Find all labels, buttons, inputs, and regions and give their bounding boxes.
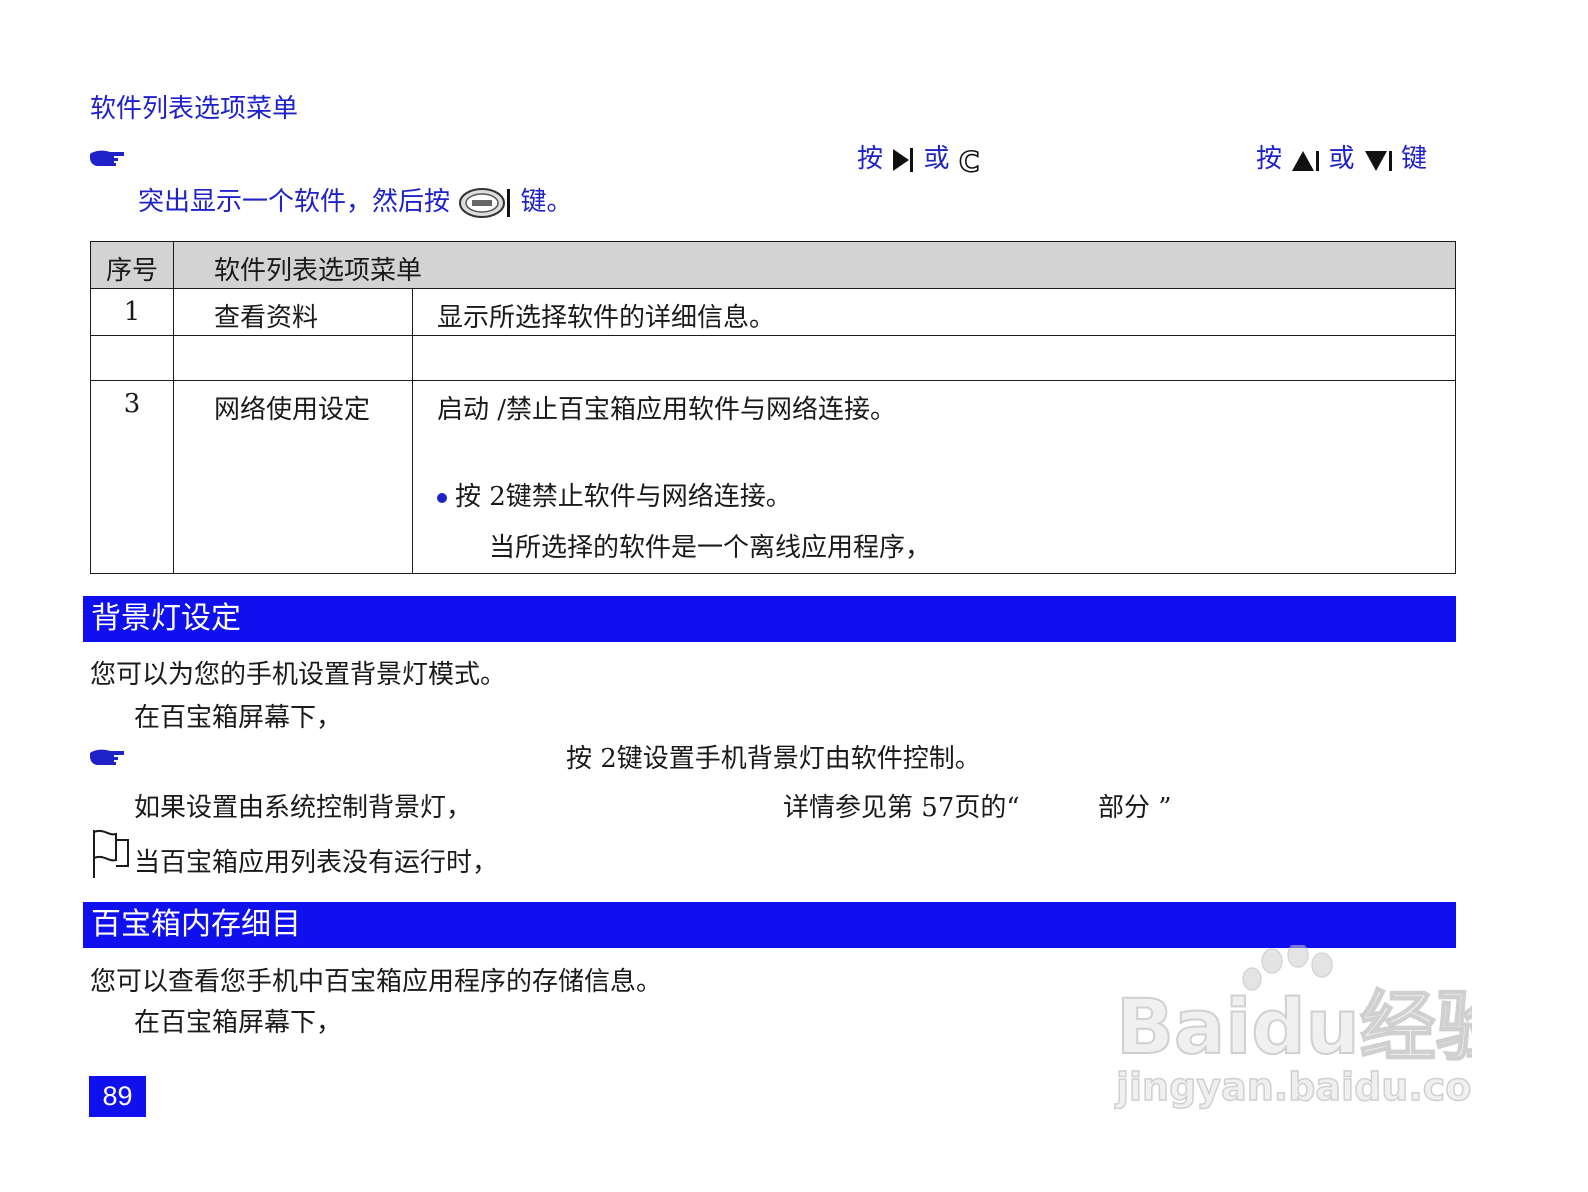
section-title: 背景灯设定 (91, 601, 241, 636)
bullet-item: 按 2键禁止软件与网络连接。 (413, 476, 1455, 513)
pointing-hand-icon (90, 150, 124, 166)
down-arrow-key-icon (1364, 151, 1392, 171)
section-bar-memory: 百宝箱内存细目 (83, 902, 1456, 948)
svg-text:C: C (959, 145, 980, 175)
body-text: 在百宝箱屏幕下， (134, 703, 343, 733)
c-key-icon: C (958, 145, 980, 175)
table-row: 1 查看资料 显示所选择软件的详细信息。 (90, 288, 1456, 336)
pointing-hand-icon (90, 749, 124, 765)
table-row: 3 网络使用设定 启动 /禁止百宝箱应用软件与网络连接。 按 2键禁止软件与网络… (90, 380, 1456, 574)
table-cell-description (412, 335, 1456, 381)
options-table: 序号 软件列表选项菜单 1 查看资料 显示所选择软件的详细信息。 3 网络使用设… (90, 241, 1456, 574)
instruction-line2: 突出显示一个软件，然后按 键。 (138, 181, 573, 220)
body-text: 详情参见第 57页的“ (783, 793, 1020, 823)
instruction-text: 键 (1401, 144, 1428, 174)
instruction-text: 按 (1256, 144, 1283, 174)
table-cell-number: 3 (90, 380, 174, 574)
menu-key-icon (459, 188, 511, 218)
instruction-line1-left: 按 或 C (857, 138, 984, 175)
section-title: 百宝箱内存细目 (91, 907, 301, 942)
right-arrow-key-icon (893, 148, 914, 172)
table-cell-name (173, 335, 413, 381)
note-flag-icon (93, 829, 129, 878)
watermark-brand: Baidu经验 (1116, 982, 1472, 1071)
table-row (90, 335, 1456, 381)
baidu-jingyan-watermark: Baidu经验 jingyan.baidu.com (1113, 945, 1472, 1110)
table-cell-description: 启动 /禁止百宝箱应用软件与网络连接。 按 2键禁止软件与网络连接。 当所选择的… (412, 380, 1456, 574)
instruction-text: 突出显示一个软件，然后按 (138, 187, 451, 217)
instruction-text: 或 (1328, 144, 1355, 174)
page-number: 89 (89, 1076, 146, 1117)
section-bar-backlight: 背景灯设定 (83, 596, 1456, 642)
table-cell-description: 显示所选择软件的详细信息。 (412, 288, 1456, 336)
table-cell-name: 网络使用设定 (173, 380, 413, 574)
note-text: 当百宝箱应用列表没有运行时， (134, 848, 499, 878)
instruction-text: 或 (923, 144, 950, 174)
table-cell-name: 查看资料 (173, 288, 413, 336)
table-header-cell: 序号 (90, 241, 174, 289)
body-text: 部分 ” (1098, 793, 1172, 823)
instruction-line1-right: 按 或 键 (1256, 138, 1427, 175)
body-text: 您可以查看您手机中百宝箱应用程序的存储信息。 (90, 967, 663, 997)
table-header-cell: 软件列表选项菜单 (173, 241, 1456, 289)
section-heading: 软件列表选项菜单 (90, 94, 299, 124)
instruction-text: 按 (857, 144, 884, 174)
body-text: 如果设置由系统控制背景灯， (134, 793, 473, 823)
note-text: 当所选择的软件是一个离线应用程序， (489, 533, 932, 563)
body-text: 您可以为您的手机设置背景灯模式。 (90, 660, 507, 690)
bullet-dot-icon (437, 493, 447, 503)
up-arrow-key-icon (1292, 151, 1320, 171)
watermark-url: jingyan.baidu.com (1114, 1065, 1472, 1109)
table-header-row: 序号 软件列表选项菜单 (90, 241, 1456, 289)
instruction-text: 键。 (520, 187, 573, 217)
table-cell-number (90, 335, 174, 381)
body-text: 按 2键设置手机背景灯由软件控制。 (566, 744, 981, 774)
body-text: 在百宝箱屏幕下， (134, 1008, 343, 1038)
table-cell-number: 1 (90, 288, 174, 336)
